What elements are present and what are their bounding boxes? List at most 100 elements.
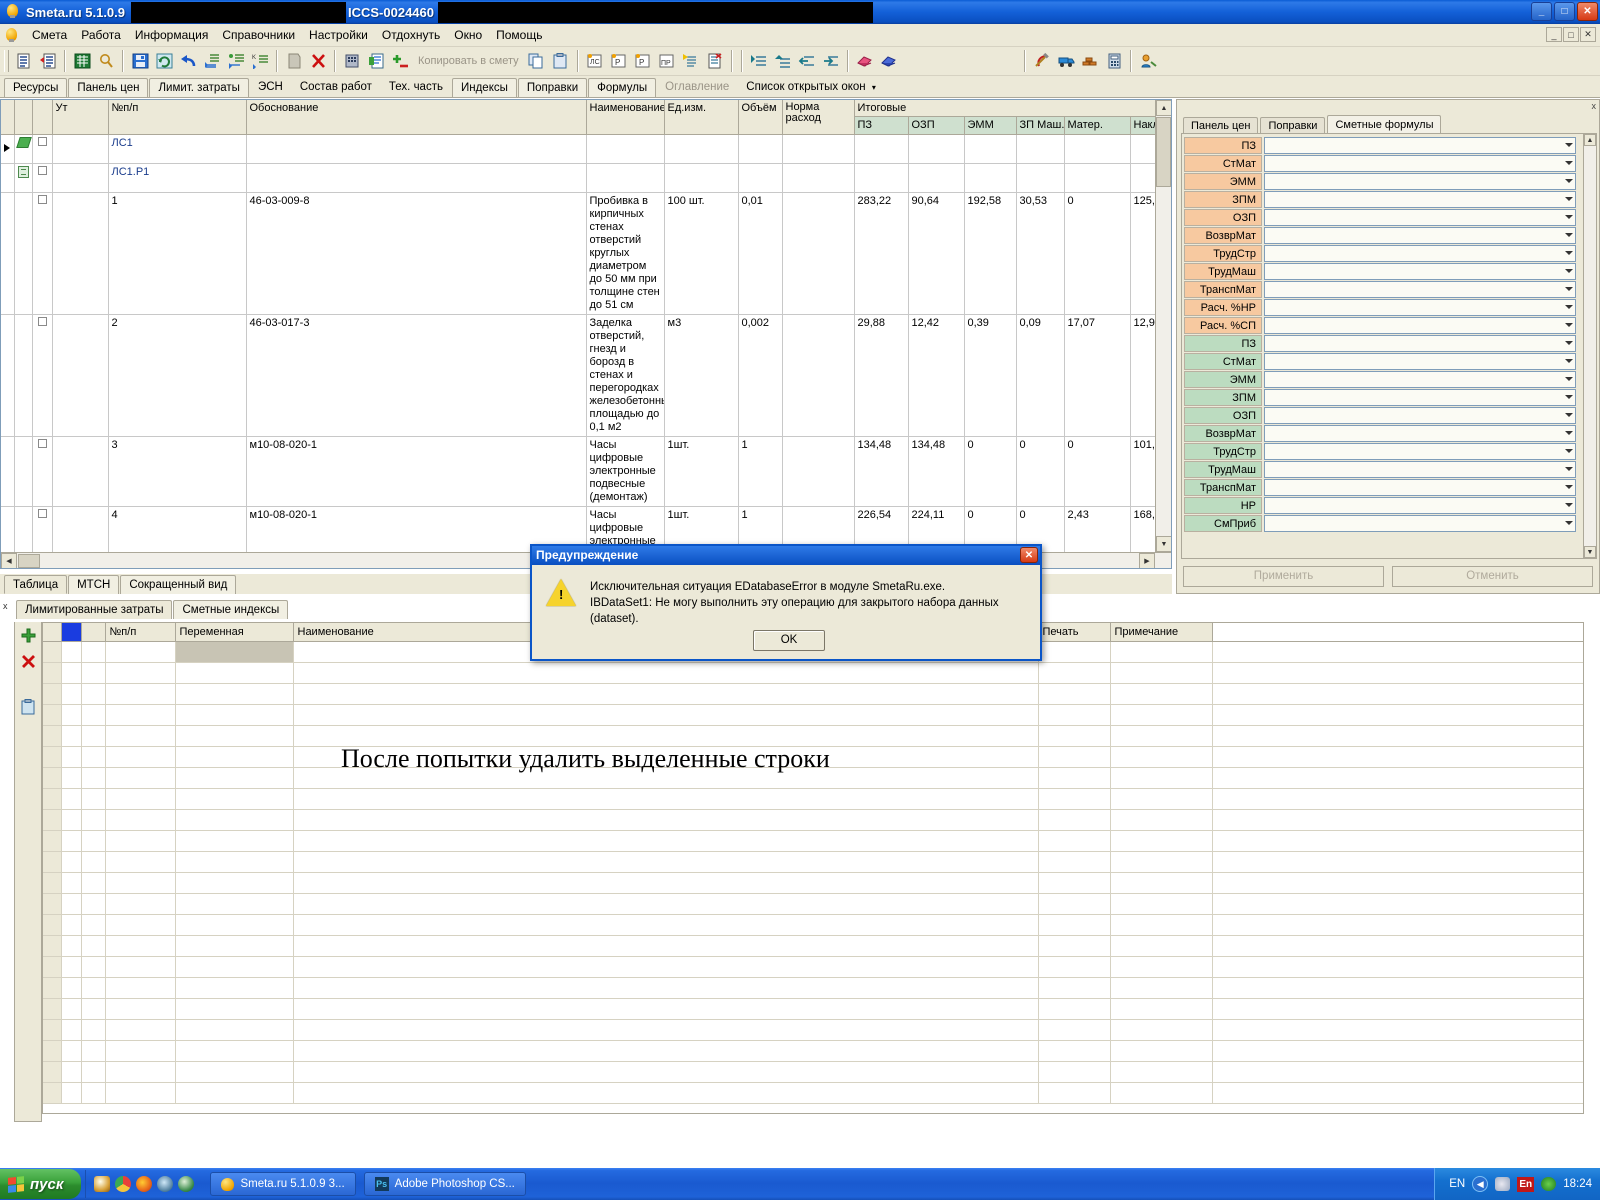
- lower-cell[interactable]: [1038, 788, 1111, 810]
- lower-cell[interactable]: [81, 725, 106, 747]
- scroll-right-button[interactable]: ▶: [1139, 553, 1155, 568]
- lower-cell[interactable]: [1212, 1082, 1583, 1104]
- chevron-down-icon[interactable]: [1565, 178, 1573, 183]
- lp-col-print[interactable]: Печать: [1038, 623, 1111, 642]
- ie-icon[interactable]: [94, 1176, 111, 1192]
- chevron-down-icon[interactable]: [1565, 250, 1573, 255]
- lower-cell[interactable]: [175, 746, 294, 768]
- cell-ozp[interactable]: 134,48: [908, 436, 965, 507]
- lower-cell[interactable]: [61, 1061, 82, 1083]
- scroll-left-button[interactable]: ◀: [1, 553, 17, 568]
- calc-building-icon[interactable]: [340, 50, 364, 73]
- table-row[interactable]: 3 м10-08-020-1 Часы цифровые электронные п…: [1, 436, 1156, 507]
- maximize-button[interactable]: □: [1554, 2, 1575, 21]
- lower-cell[interactable]: [105, 725, 176, 747]
- cell-mater[interactable]: [1064, 134, 1131, 164]
- lower-cell[interactable]: [61, 683, 82, 705]
- row-checkbox[interactable]: [37, 195, 47, 204]
- cell-ozp[interactable]: 12,42: [908, 314, 965, 437]
- lower-row-marker[interactable]: [43, 830, 62, 852]
- tab-panel-cen[interactable]: Панель цен: [68, 78, 149, 97]
- taskbar-task-smeta[interactable]: Smeta.ru 5.1.0.9 3...: [210, 1172, 356, 1196]
- lower-cell[interactable]: [175, 1061, 294, 1083]
- chevron-down-icon[interactable]: [1565, 196, 1573, 201]
- lower-cell[interactable]: [1110, 788, 1213, 810]
- cell-emm[interactable]: 0: [964, 436, 1017, 507]
- lower-cell[interactable]: [105, 704, 176, 726]
- lower-cell[interactable]: [105, 977, 176, 999]
- lower-cell[interactable]: [61, 725, 82, 747]
- undo-icon[interactable]: [176, 50, 200, 73]
- align2-icon[interactable]: [771, 50, 795, 73]
- lower-cell[interactable]: [293, 662, 1039, 684]
- hscroll-thumb[interactable]: [18, 554, 40, 568]
- mdi-minimize-button[interactable]: _: [1546, 27, 1562, 42]
- lower-cell[interactable]: [293, 704, 1039, 726]
- show-hidden-arrow-icon[interactable]: ◀: [1472, 1176, 1489, 1192]
- lower-cell[interactable]: [1110, 830, 1213, 852]
- chevron-down-icon[interactable]: [1565, 232, 1573, 237]
- tab-indeksy[interactable]: Индексы: [451, 78, 517, 97]
- lp-col-num[interactable]: №п/п: [105, 623, 176, 642]
- grid-tab-short-view[interactable]: Сокращенный вид: [120, 575, 237, 594]
- mdi-close-button[interactable]: ✕: [1580, 27, 1596, 42]
- lower-cell[interactable]: [81, 1061, 106, 1083]
- col-nakl[interactable]: Накл.рас: [1130, 116, 1156, 135]
- lower-cell[interactable]: [1110, 956, 1213, 978]
- menu-otdohnut[interactable]: Отдохнуть: [375, 26, 447, 44]
- lower-panel-close-icon[interactable]: x: [3, 601, 8, 611]
- cell-volume[interactable]: [738, 134, 783, 164]
- formula-combo-green-3[interactable]: [1264, 388, 1576, 406]
- paste-icon[interactable]: [549, 50, 573, 73]
- chevron-down-icon[interactable]: [1565, 304, 1573, 309]
- toolbar-grip-1[interactable]: [4, 50, 9, 72]
- lower-cell[interactable]: [61, 851, 82, 873]
- lower-cell[interactable]: [61, 956, 82, 978]
- edit-doc-icon[interactable]: [679, 50, 703, 73]
- lower-row-marker[interactable]: [43, 683, 62, 705]
- lower-cell[interactable]: [175, 725, 294, 747]
- dock-scroll-down-button[interactable]: ▼: [1584, 546, 1596, 558]
- grid-tab-mtsn[interactable]: МТСН: [68, 575, 120, 594]
- cell-ut[interactable]: [52, 436, 109, 507]
- lower-cell[interactable]: [105, 641, 176, 663]
- cancel-button[interactable]: Отменить: [1392, 566, 1593, 587]
- lower-cell[interactable]: [293, 1061, 1039, 1083]
- lower-cell[interactable]: [105, 872, 176, 894]
- lower-cell[interactable]: [61, 1040, 82, 1062]
- cell-unit[interactable]: м3: [664, 314, 739, 437]
- row-checkbox-cell[interactable]: [32, 134, 53, 164]
- tab-teh-chast[interactable]: Тех. часть: [380, 78, 451, 97]
- lp-col-note[interactable]: Примечание: [1110, 623, 1213, 642]
- formula-combo-orange-7[interactable]: [1264, 262, 1576, 280]
- chevron-down-icon[interactable]: [1565, 430, 1573, 435]
- np-icon[interactable]: ПР: [655, 50, 679, 73]
- chevron-down-icon[interactable]: [1565, 466, 1573, 471]
- hammer-sickle-icon[interactable]: [1030, 50, 1054, 73]
- lower-cell[interactable]: [81, 1019, 106, 1041]
- lower-cell[interactable]: [293, 788, 1039, 810]
- cell-zpmash[interactable]: 30,53: [1016, 192, 1065, 315]
- list-item[interactable]: [43, 830, 1583, 852]
- dock-vertical-scrollbar[interactable]: ▲ ▼: [1583, 133, 1597, 559]
- list-item[interactable]: [43, 914, 1583, 936]
- tab-limit-zatraty[interactable]: Лимит. затраты: [149, 78, 249, 97]
- lower-cell[interactable]: [293, 893, 1039, 915]
- cell-unit[interactable]: [664, 134, 739, 164]
- lower-cell[interactable]: [1038, 1061, 1111, 1083]
- lower-cell[interactable]: [175, 851, 294, 873]
- list-item[interactable]: [43, 872, 1583, 894]
- align1-icon[interactable]: [747, 50, 771, 73]
- list-item[interactable]: [43, 809, 1583, 831]
- lower-cell[interactable]: [1212, 683, 1583, 705]
- lower-cell[interactable]: [175, 956, 294, 978]
- delete-row-icon[interactable]: [15, 648, 41, 674]
- lower-cell[interactable]: [105, 830, 176, 852]
- chevron-down-icon[interactable]: [1565, 484, 1573, 489]
- table-row[interactable]: 2 46-03-017-3 Заделка отверстий, гнезд и б…: [1, 314, 1156, 437]
- lower-cell[interactable]: [1212, 935, 1583, 957]
- lower-cell[interactable]: [1212, 893, 1583, 915]
- scroll-down-button[interactable]: ▼: [1156, 536, 1171, 552]
- tab-sostav-rabot[interactable]: Состав работ: [291, 78, 380, 97]
- clock[interactable]: 18:24: [1563, 1178, 1592, 1190]
